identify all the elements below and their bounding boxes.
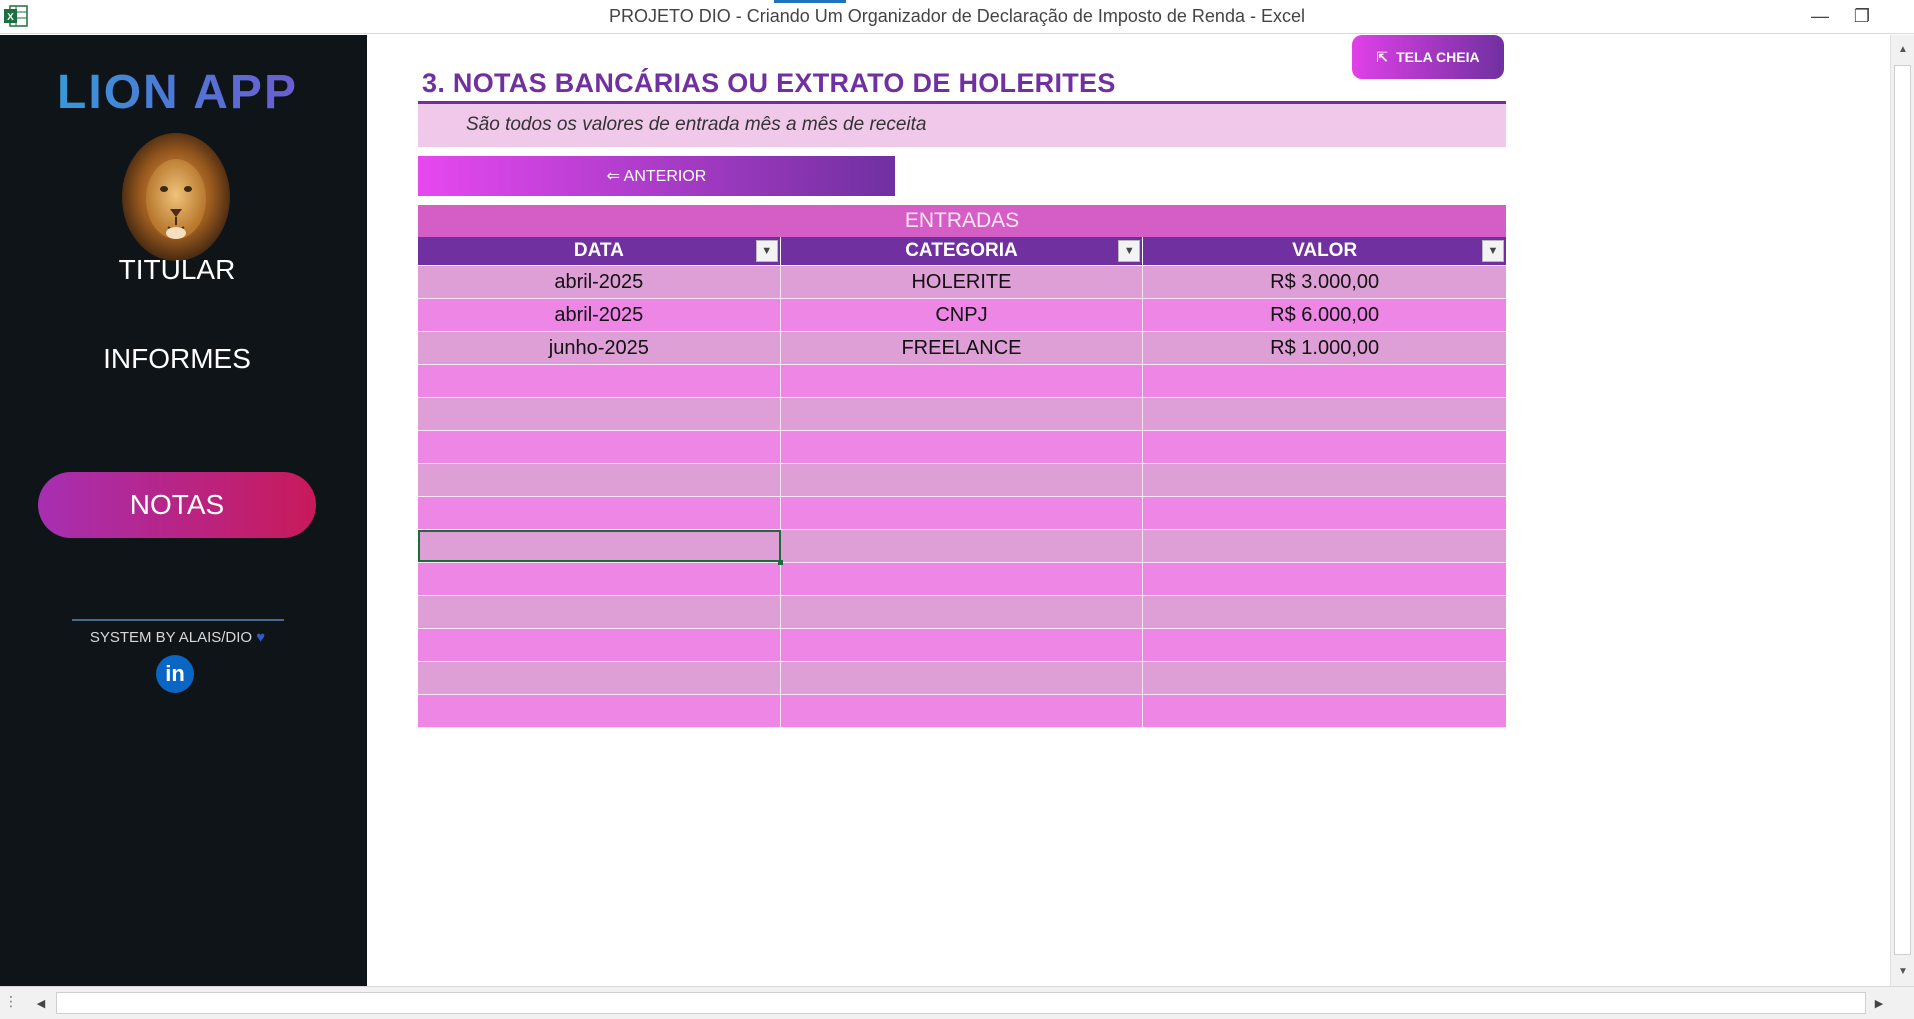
minimize-button[interactable]: —: [1800, 2, 1840, 30]
vertical-scrollbar[interactable]: ▲ ▼: [1890, 35, 1914, 986]
sheet-tab-splitter[interactable]: ⋮: [4, 993, 18, 1010]
nav-item-titular[interactable]: TITULAR: [38, 237, 316, 303]
table-row: [418, 596, 1506, 629]
cell-valor[interactable]: R$ 6.000,00: [1143, 299, 1506, 331]
fullscreen-button[interactable]: ⇱ TELA CHEIA: [1352, 35, 1504, 79]
column-header-label: CATEGORIA: [905, 240, 1018, 261]
cell-valor[interactable]: [1143, 431, 1506, 463]
horizontal-scroll-thumb[interactable]: [56, 992, 1866, 1014]
table-row: abril-2025 CNPJ R$ 6.000,00: [418, 299, 1506, 332]
window-title: PROJETO DIO - Criando Um Organizador de …: [609, 6, 1305, 26]
cell-data[interactable]: [418, 530, 783, 565]
cell-valor[interactable]: [1143, 662, 1506, 694]
table-row: abril-2025 HOLERITE R$ 3.000,00: [418, 266, 1506, 299]
cell-data[interactable]: [418, 695, 781, 727]
cell-data[interactable]: [418, 563, 781, 595]
brand-title: LION APP: [0, 65, 355, 120]
cell-categoria[interactable]: [781, 365, 1144, 397]
cell-data[interactable]: [418, 431, 781, 463]
cell-valor[interactable]: [1143, 497, 1506, 529]
table-row: [418, 563, 1506, 596]
table-caption: ENTRADAS: [418, 205, 1506, 237]
table-row: [418, 398, 1506, 431]
cell-data[interactable]: [418, 464, 781, 496]
cell-categoria[interactable]: FREELANCE: [781, 332, 1144, 364]
fullscreen-label: TELA CHEIA: [1396, 49, 1480, 65]
table-row: [418, 464, 1506, 497]
cell-valor[interactable]: [1143, 365, 1506, 397]
column-header-label: DATA: [573, 240, 624, 261]
cell-data[interactable]: [418, 662, 781, 694]
table-row: [418, 530, 1506, 565]
page-subtitle: São todos os valores de entrada mês a mê…: [466, 114, 927, 135]
table-body: abril-2025 HOLERITE R$ 3.000,00 abril-2025 C…: [418, 266, 1506, 728]
table-row: [418, 497, 1506, 530]
cell-categoria[interactable]: [781, 596, 1144, 628]
restore-button[interactable]: ❐: [1842, 2, 1882, 30]
cell-categoria[interactable]: [781, 629, 1144, 661]
cell-valor[interactable]: [1143, 464, 1506, 496]
cell-valor[interactable]: [1143, 695, 1506, 727]
filter-dropdown-icon[interactable]: ▼: [755, 240, 778, 262]
cell-data[interactable]: abril-2025: [418, 266, 781, 298]
footer-divider: [72, 619, 284, 621]
cell-valor[interactable]: [1143, 629, 1506, 661]
cell-valor[interactable]: [1143, 530, 1506, 562]
cell-categoria[interactable]: HOLERITE: [781, 266, 1144, 298]
cell-data[interactable]: [418, 497, 781, 529]
cell-categoria[interactable]: [781, 563, 1144, 595]
system-credit-text: SYSTEM BY ALAIS/DIO: [89, 629, 253, 646]
cell-data[interactable]: [418, 365, 781, 397]
table-header: DATA ▼ CATEGORIA ▼ VALOR ▼: [418, 237, 1506, 265]
table-row: [418, 365, 1506, 398]
horizontal-scrollbar[interactable]: ⋮ ◀ ▶: [0, 986, 1914, 1019]
system-credit: SYSTEM BY ALAIS/DIO ♥: [0, 629, 355, 646]
cell-valor[interactable]: [1143, 563, 1506, 595]
column-header-data: DATA ▼: [418, 237, 781, 265]
cell-categoria[interactable]: [781, 497, 1144, 529]
cell-data[interactable]: [418, 629, 781, 661]
cell-categoria[interactable]: [781, 398, 1144, 430]
table-row: junho-2025 FREELANCE R$ 1.000,00: [418, 332, 1506, 365]
expand-arrow-icon: ⇱: [1376, 48, 1389, 65]
cell-categoria[interactable]: [781, 530, 1144, 562]
window-titlebar: X PROJETO DIO - Criando Um Organizador d…: [0, 0, 1914, 34]
cell-valor[interactable]: [1143, 398, 1506, 430]
cell-valor[interactable]: [1143, 596, 1506, 628]
cell-categoria[interactable]: [781, 662, 1144, 694]
cell-data[interactable]: abril-2025: [418, 299, 781, 331]
heart-icon: ♥: [256, 629, 266, 646]
column-header-valor: VALOR ▼: [1143, 237, 1506, 265]
table-row: [418, 662, 1506, 695]
column-header-label: VALOR: [1292, 240, 1358, 261]
subtitle-band: São todos os valores de entrada mês a mê…: [418, 104, 1506, 147]
linkedin-icon[interactable]: in: [156, 655, 194, 693]
previous-button[interactable]: ⇐ ANTERIOR: [418, 156, 895, 196]
filter-dropdown-icon[interactable]: ▼: [1481, 240, 1504, 262]
cell-categoria[interactable]: [781, 464, 1144, 496]
cell-valor[interactable]: R$ 1.000,00: [1143, 332, 1506, 364]
vertical-scroll-thumb[interactable]: [1894, 65, 1911, 955]
scroll-down-icon[interactable]: ▼: [1891, 959, 1914, 983]
nav-item-notas[interactable]: NOTAS: [38, 472, 316, 538]
sidebar: LION APP TITULAR INFORMES NOTAS SYSTEM B…: [0, 35, 367, 986]
table-row: [418, 629, 1506, 662]
cell-data[interactable]: [418, 596, 781, 628]
cell-data[interactable]: [418, 398, 781, 430]
titlebar-accent: [774, 0, 846, 3]
cell-data[interactable]: junho-2025: [418, 332, 781, 364]
scroll-up-icon[interactable]: ▲: [1891, 37, 1914, 61]
cell-valor[interactable]: R$ 3.000,00: [1143, 266, 1506, 298]
table-row: [418, 695, 1506, 728]
cell-categoria[interactable]: [781, 695, 1144, 727]
table-row: [418, 431, 1506, 464]
cell-categoria[interactable]: CNPJ: [781, 299, 1144, 331]
scroll-right-icon[interactable]: ▶: [1868, 992, 1890, 1014]
cell-categoria[interactable]: [781, 431, 1144, 463]
filter-dropdown-icon[interactable]: ▼: [1118, 240, 1141, 262]
column-header-categoria: CATEGORIA ▼: [781, 237, 1144, 265]
scroll-left-icon[interactable]: ◀: [30, 992, 52, 1014]
nav-item-informes[interactable]: INFORMES: [38, 326, 316, 392]
page-title: 3. NOTAS BANCÁRIAS OU EXTRATO DE HOLERIT…: [422, 68, 1116, 98]
